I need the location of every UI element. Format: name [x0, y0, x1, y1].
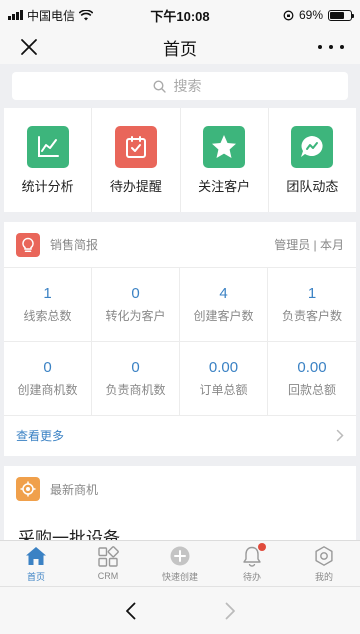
wifi-icon — [79, 9, 94, 20]
stat-value: 0 — [131, 359, 140, 376]
chevron-right-icon — [336, 429, 344, 441]
battery-icon — [328, 9, 354, 21]
signal-icon — [8, 10, 23, 20]
stat-label: 创建客户数 — [193, 309, 254, 323]
stat-cell[interactable]: 0.00 回款总额 — [268, 342, 356, 416]
stat-cell[interactable]: 1 负责客户数 — [268, 268, 356, 342]
search-box[interactable] — [12, 72, 348, 100]
opportunity-item[interactable]: 采购一批设备 — [4, 512, 356, 540]
tab-home[interactable]: 首页 — [0, 541, 72, 586]
notification-badge — [258, 542, 266, 551]
stat-label: 负责商机数 — [105, 383, 166, 397]
stat-cell[interactable]: 0 创建商机数 — [4, 342, 92, 416]
app-team-updates[interactable]: 团队动态 — [269, 108, 356, 212]
sales-brief-header: 销售简报 管理员 | 本月 — [4, 222, 356, 268]
stat-label: 订单总额 — [199, 383, 248, 397]
view-more-link[interactable]: 查看更多 — [4, 416, 356, 454]
home-icon — [26, 546, 46, 565]
todo-icon — [114, 125, 157, 168]
status-bar: 中国电信 下午10:08 69% — [0, 0, 360, 30]
tab-label: 快速创建 — [161, 571, 198, 582]
tab-quick-create[interactable]: 快速创建 — [144, 541, 216, 586]
stat-label: 创建商机数 — [17, 383, 78, 397]
app-followed-customers[interactable]: 关注客户 — [181, 108, 269, 212]
stat-value: 1 — [43, 285, 52, 302]
tab-label: 首页 — [26, 571, 45, 582]
stat-cell[interactable]: 1 线索总数 — [4, 268, 92, 342]
bell-wrap — [241, 542, 266, 567]
opportunities-header: 最新商机 — [4, 466, 356, 512]
chat-icon — [291, 125, 334, 168]
app-todo-reminder[interactable]: 待办提醒 — [92, 108, 181, 212]
tab-mine[interactable]: 我的 — [288, 541, 360, 586]
tab-label: CRM — [97, 571, 119, 581]
clock: 下午10:08 — [150, 8, 210, 24]
tab-todo[interactable]: 待办 — [216, 541, 288, 586]
star-icon — [203, 125, 246, 168]
carrier-label: 中国电信 — [27, 8, 76, 23]
view-more-label: 查看更多 — [16, 428, 65, 443]
sales-brief-card: 销售简报 管理员 | 本月 1 线索总数 0 转化为客户 4 创建客户数 1 负责客户数… — [4, 222, 356, 456]
target-icon — [16, 477, 40, 501]
back-button[interactable] — [120, 601, 140, 621]
battery-percent: 69% — [298, 8, 323, 22]
section-title: 销售简报 — [50, 238, 99, 252]
nav-bar: 首页 — [0, 30, 360, 64]
chevron-right-icon — [225, 602, 235, 619]
search-icon — [152, 79, 166, 93]
stat-value: 0.00 — [297, 359, 327, 376]
tab-crm[interactable]: CRM — [72, 541, 144, 586]
forward-button[interactable] — [220, 601, 240, 621]
stat-cell[interactable]: 0.00 订单总额 — [180, 342, 268, 416]
tab-label: 我的 — [314, 571, 333, 582]
stat-value: 1 — [307, 285, 317, 302]
tab-label: 待办 — [242, 571, 261, 582]
app-label: 团队动态 — [286, 178, 339, 194]
stat-label: 转化为客户 — [105, 309, 166, 323]
app-stats-analysis[interactable]: 统计分析 — [4, 108, 93, 212]
stat-cell[interactable]: 0 转化为客户 — [92, 268, 180, 342]
section-title: 最新商机 — [50, 482, 99, 497]
quick-apps: 统计分析 待办提醒 关注客户 团队动态 — [4, 108, 356, 212]
browser-nav-bar — [0, 586, 360, 634]
bulb-icon — [16, 232, 40, 257]
page-title: 首页 — [163, 39, 197, 59]
stat-label: 负责客户数 — [281, 309, 342, 323]
app-label: 关注客户 — [198, 178, 251, 194]
chevron-left-icon — [125, 602, 135, 619]
stat-label: 线索总数 — [23, 309, 72, 323]
settings-icon — [315, 545, 333, 566]
opportunities-card: 最新商机 采购一批设备 — [4, 466, 356, 540]
stat-value: 4 — [219, 285, 228, 302]
search-bar — [0, 64, 360, 108]
close-icon[interactable] — [18, 36, 40, 58]
more-icon[interactable] — [318, 40, 344, 54]
stat-value: 0.00 — [208, 359, 239, 376]
stats-grid: 1 线索总数 0 转化为客户 4 创建客户数 1 负责客户数 0 创建商机数 0 负责商机数… — [4, 268, 356, 416]
tab-bar: 首页 CRM 快速创建 待办 我的 — [0, 540, 360, 586]
stat-value: 0 — [131, 285, 140, 302]
stat-cell[interactable]: 4 创建客户数 — [180, 268, 268, 342]
rotation-lock-icon — [283, 10, 294, 20]
stat-cell[interactable]: 0 负责商机数 — [92, 342, 180, 416]
app-label: 待办提醒 — [109, 178, 162, 194]
app-label: 统计分析 — [21, 178, 74, 194]
scope-filter[interactable]: 管理员 | 本月 — [274, 236, 344, 253]
stat-value: 0 — [43, 359, 52, 376]
stat-label: 回款总额 — [287, 383, 336, 397]
plus-circle-icon — [170, 546, 190, 565]
chart-icon — [26, 125, 69, 168]
apps-grid-icon — [98, 546, 119, 567]
search-input[interactable] — [173, 78, 208, 94]
